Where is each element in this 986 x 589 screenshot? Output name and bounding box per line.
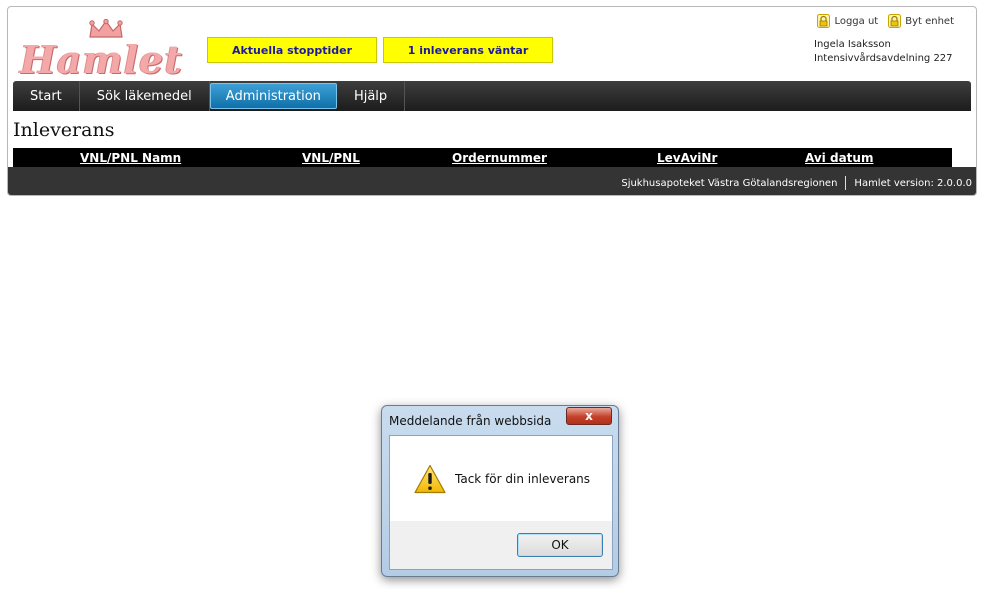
- column-header-name[interactable]: VNL/PNL Namn: [80, 151, 181, 165]
- page-title: Inleverans: [13, 119, 115, 141]
- ok-button[interactable]: OK: [517, 533, 603, 557]
- footer: Sjukhusapoteket Västra Götalandsregionen…: [8, 167, 976, 195]
- pending-delivery-button[interactable]: 1 inleverans väntar: [383, 37, 553, 63]
- current-stop-times-button[interactable]: Aktuella stopptider: [207, 37, 377, 63]
- nav-item-help[interactable]: Hjälp: [337, 81, 406, 111]
- dialog-close-button[interactable]: x: [566, 407, 612, 425]
- footer-text: Sjukhusapoteket Västra Götalandsregionen…: [621, 176, 972, 190]
- switch-unit-link[interactable]: Byt enhet: [888, 14, 954, 28]
- logo-text: Hamlet: [20, 37, 183, 82]
- message-dialog: Meddelande från webbsida x Tack för din …: [381, 405, 619, 577]
- switch-unit-label: Byt enhet: [905, 15, 954, 27]
- column-header-vnl-pnl[interactable]: VNL/PNL: [302, 151, 360, 165]
- footer-version: Hamlet version: 2.0.0.0: [854, 177, 972, 189]
- close-icon: x: [585, 409, 593, 423]
- app-window: Hamlet Aktuella stopptider 1 inleverans …: [7, 6, 977, 196]
- main-nav: Start Sök läkemedel Administration Hjälp: [13, 81, 971, 111]
- footer-organisation: Sjukhusapoteket Västra Götalandsregionen: [621, 177, 838, 189]
- warning-icon: [414, 464, 446, 494]
- nav-item-search-medicine[interactable]: Sök läkemedel: [80, 81, 210, 111]
- column-header-order-number[interactable]: Ordernummer: [452, 151, 547, 165]
- nav-item-start[interactable]: Start: [13, 81, 80, 111]
- dialog-title: Meddelande från webbsida: [389, 414, 552, 428]
- dialog-message-area: Tack för din inleverans: [390, 436, 612, 521]
- dialog-button-area: OK: [390, 521, 612, 569]
- hamlet-logo[interactable]: Hamlet: [18, 19, 182, 82]
- logout-link[interactable]: Logga ut: [817, 14, 878, 28]
- nav-item-administration[interactable]: Administration: [209, 83, 337, 109]
- lock-icon: [888, 14, 902, 28]
- top-links: Logga ut Byt enhet: [817, 14, 954, 28]
- table-header-row: VNL/PNL Namn VNL/PNL Ordernummer LevAviN…: [13, 148, 952, 168]
- dialog-body: Tack för din inleverans OK: [389, 435, 613, 570]
- user-unit: Intensivvårdsavdelning 227: [814, 53, 953, 64]
- crown-icon: [89, 19, 123, 38]
- user-info: Ingela Isaksson Intensivvårdsavdelning 2…: [814, 38, 953, 66]
- column-header-levavinr[interactable]: LevAviNr: [657, 151, 717, 165]
- lock-icon: [817, 14, 831, 28]
- user-name: Ingela Isaksson: [814, 39, 891, 50]
- footer-divider: [845, 176, 847, 190]
- logout-label: Logga ut: [834, 15, 879, 27]
- dialog-message: Tack för din inleverans: [455, 472, 591, 486]
- column-header-avi-date[interactable]: Avi datum: [805, 151, 873, 165]
